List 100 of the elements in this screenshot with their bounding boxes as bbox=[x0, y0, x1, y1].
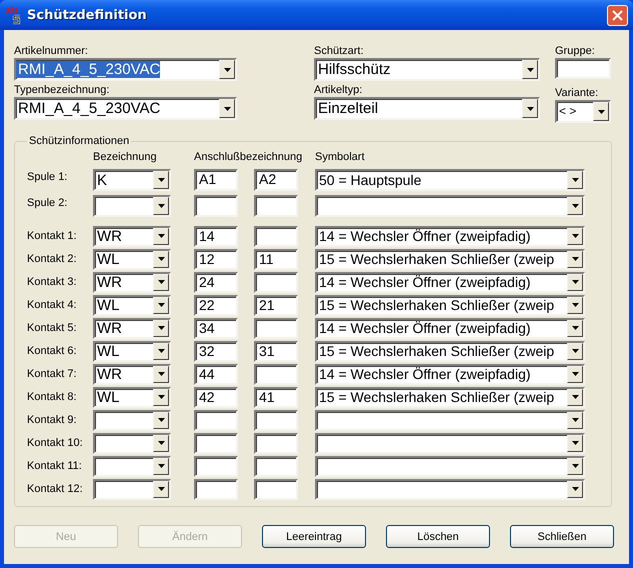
combo-box[interactable]: WL bbox=[93, 386, 171, 408]
combo-box[interactable]: WR bbox=[93, 226, 171, 247]
dropdown-button[interactable] bbox=[153, 228, 169, 245]
combo-box[interactable] bbox=[315, 478, 585, 500]
combo-box[interactable]: WL bbox=[93, 248, 171, 270]
combo-box[interactable]: WL bbox=[93, 340, 171, 362]
dropdown-button[interactable] bbox=[153, 434, 169, 452]
dropdown-button[interactable] bbox=[522, 60, 538, 79]
dropdown-button[interactable] bbox=[522, 99, 538, 118]
combo-box[interactable] bbox=[93, 456, 171, 477]
dropdown-button[interactable] bbox=[567, 412, 583, 429]
combo-box[interactable]: 14 = Wechsler Öffner (zweipfadig) bbox=[315, 364, 585, 385]
dropdown-button[interactable] bbox=[153, 458, 169, 475]
combo-box[interactable]: WL bbox=[93, 294, 171, 316]
combo-box[interactable]: 15 = Wechslerhaken Schließer (zweip bbox=[315, 386, 585, 408]
dropdown-button[interactable] bbox=[153, 342, 169, 360]
combo-box[interactable]: 14 = Wechsler Öffner (zweipfadig) bbox=[315, 272, 585, 293]
input-field[interactable]: 31 bbox=[254, 340, 298, 362]
combo-box[interactable]: K bbox=[93, 169, 171, 191]
close-button[interactable] bbox=[607, 4, 628, 26]
dropdown-button[interactable] bbox=[567, 250, 583, 268]
input-field[interactable]: 14 bbox=[194, 226, 238, 247]
dropdown-button[interactable] bbox=[567, 458, 583, 475]
dropdown-button[interactable] bbox=[153, 250, 169, 268]
dropdown-button[interactable] bbox=[153, 197, 169, 215]
column-header: Anschlußbezeichnung bbox=[194, 151, 302, 165]
combo-box[interactable]: 15 = Wechslerhaken Schließer (zweip bbox=[315, 340, 585, 362]
dropdown-button[interactable] bbox=[219, 99, 235, 118]
dropdown-button[interactable] bbox=[567, 197, 583, 215]
combo-box[interactable] bbox=[315, 410, 585, 431]
dialog-button[interactable]: Schließen bbox=[510, 525, 614, 548]
input-field[interactable] bbox=[194, 478, 238, 500]
input-field[interactable]: 32 bbox=[194, 340, 238, 362]
dropdown-button[interactable] bbox=[567, 388, 583, 406]
combo-box[interactable]: 14 = Wechsler Öffner (zweipfadig) bbox=[315, 318, 585, 339]
dropdown-button[interactable] bbox=[567, 296, 583, 314]
input-field[interactable]: 41 bbox=[254, 386, 298, 408]
combo-box[interactable]: WR bbox=[93, 272, 171, 293]
combo-box[interactable]: 15 = Wechslerhaken Schließer (zweip bbox=[315, 248, 585, 270]
input-field[interactable] bbox=[194, 410, 238, 431]
input-field[interactable]: 21 bbox=[254, 294, 298, 316]
dropdown-button[interactable] bbox=[153, 274, 169, 291]
input-field[interactable]: A2 bbox=[254, 169, 298, 191]
combo-box[interactable]: Hilfsschütz bbox=[314, 58, 540, 81]
combo-box[interactable] bbox=[93, 432, 171, 454]
input-field[interactable] bbox=[254, 226, 298, 247]
dialog-button[interactable]: Löschen bbox=[386, 525, 490, 548]
dropdown-button[interactable] bbox=[153, 171, 169, 189]
dropdown-button[interactable] bbox=[219, 60, 235, 79]
input-field[interactable]: 22 bbox=[194, 294, 238, 316]
dialog-button[interactable]: Leereintrag bbox=[262, 525, 366, 548]
dropdown-button[interactable] bbox=[153, 480, 169, 498]
input-field[interactable]: A1 bbox=[194, 169, 238, 191]
input-field[interactable] bbox=[555, 58, 611, 79]
input-field[interactable]: 24 bbox=[194, 272, 238, 293]
input-field[interactable] bbox=[194, 432, 238, 454]
input-field[interactable]: 34 bbox=[194, 318, 238, 339]
input-field[interactable] bbox=[194, 195, 238, 217]
combo-box[interactable]: < > bbox=[555, 100, 611, 123]
dropdown-button[interactable] bbox=[567, 320, 583, 337]
combo-box[interactable] bbox=[93, 410, 171, 431]
dropdown-button[interactable] bbox=[567, 171, 583, 189]
input-field[interactable] bbox=[194, 456, 238, 477]
combo-box[interactable]: WR bbox=[93, 364, 171, 385]
dropdown-button[interactable] bbox=[567, 274, 583, 291]
input-field[interactable] bbox=[254, 410, 298, 431]
input-field[interactable]: 44 bbox=[194, 364, 238, 385]
combo-box[interactable]: RMI_A_4_5_230VAC bbox=[14, 97, 237, 120]
dropdown-button[interactable] bbox=[567, 342, 583, 360]
input-field[interactable]: 42 bbox=[194, 386, 238, 408]
combo-box[interactable]: RMI_A_4_5_230VAC bbox=[14, 58, 237, 81]
input-field[interactable] bbox=[254, 478, 298, 500]
dropdown-button[interactable] bbox=[153, 296, 169, 314]
input-field[interactable] bbox=[254, 364, 298, 385]
input-field[interactable]: 12 bbox=[194, 248, 238, 270]
input-field[interactable] bbox=[254, 272, 298, 293]
input-field[interactable] bbox=[254, 318, 298, 339]
dropdown-button[interactable] bbox=[153, 412, 169, 429]
combo-box[interactable] bbox=[315, 195, 585, 217]
dropdown-button[interactable] bbox=[567, 228, 583, 245]
dropdown-button[interactable] bbox=[567, 480, 583, 498]
combo-box[interactable] bbox=[315, 432, 585, 454]
combo-box[interactable] bbox=[315, 456, 585, 477]
combo-box[interactable]: Einzelteil bbox=[314, 97, 540, 120]
combo-box[interactable]: 50 = Hauptspule bbox=[315, 169, 585, 191]
dropdown-button[interactable] bbox=[567, 366, 583, 383]
combo-box[interactable]: 15 = Wechslerhaken Schließer (zweip bbox=[315, 294, 585, 316]
input-field[interactable] bbox=[254, 456, 298, 477]
combo-box[interactable] bbox=[93, 195, 171, 217]
input-field[interactable] bbox=[254, 195, 298, 217]
dropdown-button[interactable] bbox=[593, 102, 609, 121]
dropdown-button[interactable] bbox=[153, 320, 169, 337]
input-field[interactable]: 11 bbox=[254, 248, 298, 270]
combo-box[interactable]: WR bbox=[93, 318, 171, 339]
input-field[interactable] bbox=[254, 432, 298, 454]
dropdown-button[interactable] bbox=[567, 434, 583, 452]
dropdown-button[interactable] bbox=[153, 388, 169, 406]
dropdown-button[interactable] bbox=[153, 366, 169, 383]
combo-box[interactable] bbox=[93, 478, 171, 500]
combo-box[interactable]: 14 = Wechsler Öffner (zweipfadig) bbox=[315, 226, 585, 247]
